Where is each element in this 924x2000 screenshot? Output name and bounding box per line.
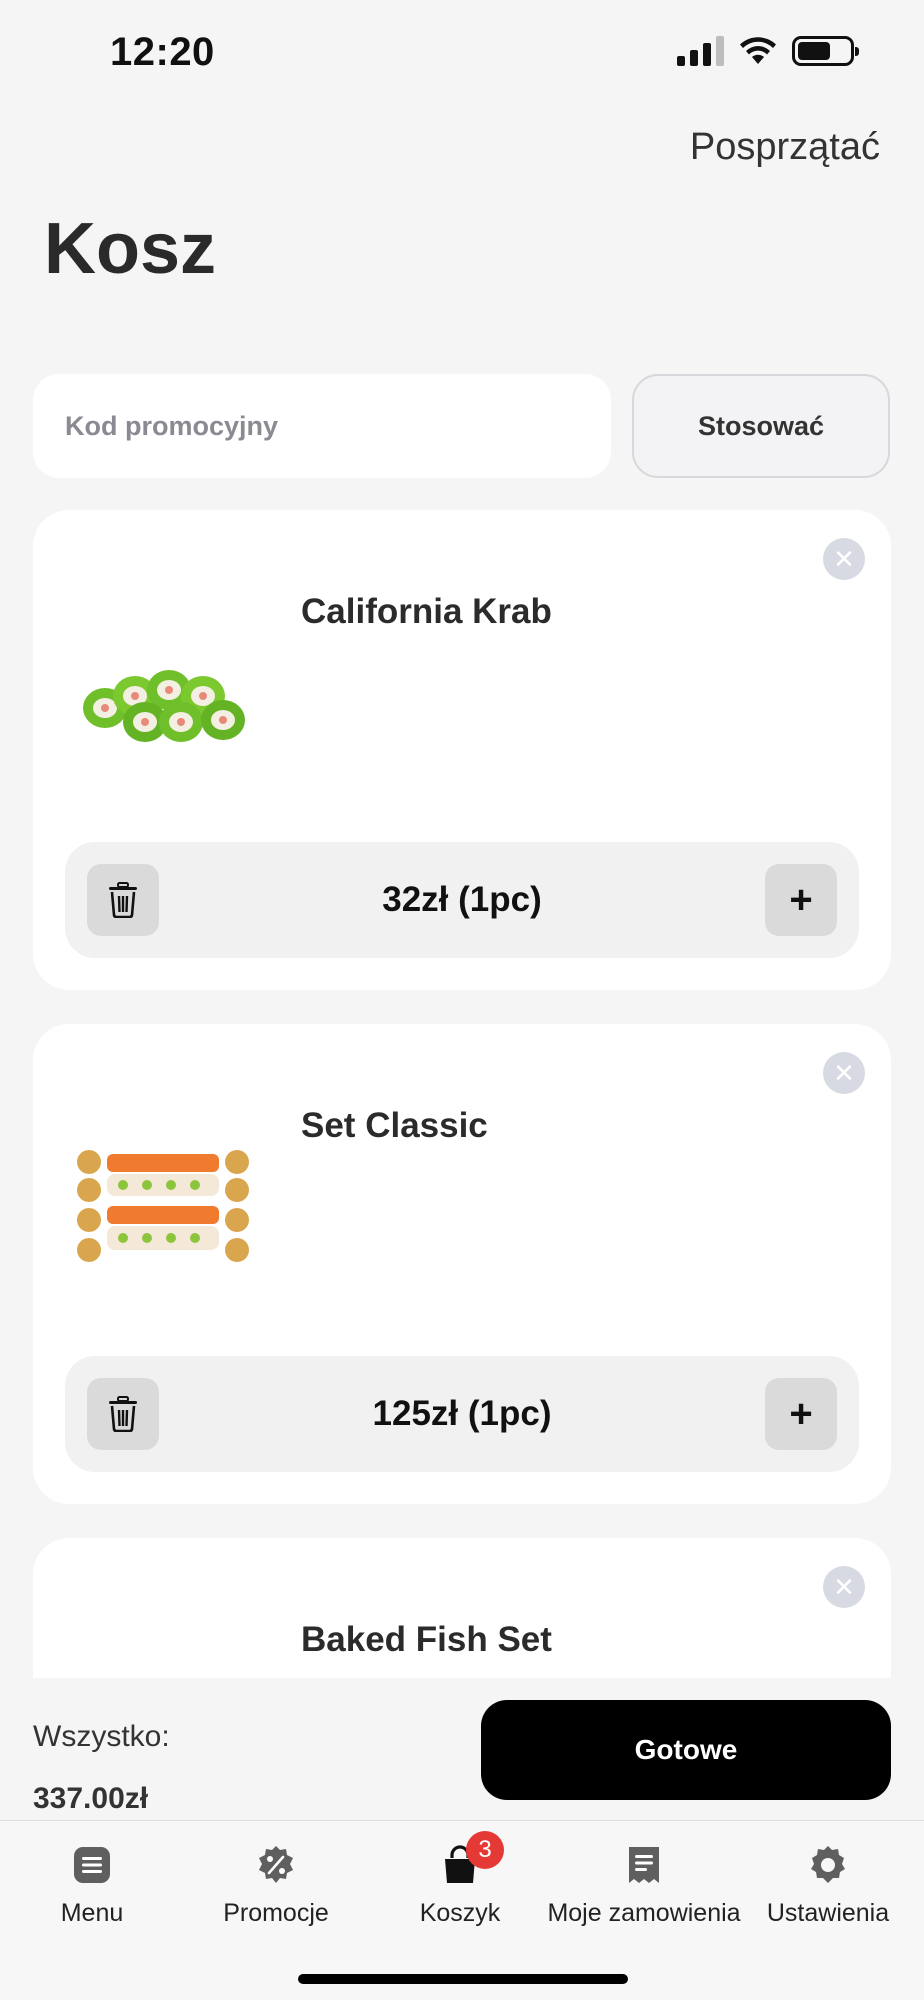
gear-icon [806, 1843, 850, 1887]
cart-count-badge: 3 [466, 1831, 504, 1869]
percent-badge-icon [254, 1843, 298, 1887]
plus-icon: + [789, 877, 813, 922]
close-icon: ✕ [833, 1057, 855, 1088]
tab-label: Menu [60, 1899, 124, 1927]
checkout-button[interactable]: Gotowe [481, 1700, 891, 1800]
receipt-icon [622, 1843, 666, 1887]
order-summary: Wszystko: 337.00zł Gotowe [0, 1678, 924, 1820]
wifi-icon [740, 37, 776, 64]
cart-item: ✕ Set Classic 125zł (1pc) + [33, 1024, 891, 1504]
tab-label: Ustawienia [766, 1899, 890, 1927]
remove-item-button[interactable]: ✕ [823, 1566, 865, 1608]
quantity-stepper: 125zł (1pc) + [65, 1356, 859, 1472]
tab-label: Promocje [223, 1899, 329, 1927]
increase-quantity-button[interactable]: + [765, 1378, 837, 1450]
clear-cart-button[interactable]: Posprzątać [690, 126, 880, 169]
cart-item: ✕ Baked Fish Set [33, 1538, 891, 1678]
tab-my-orders[interactable]: Moje zamowienia [547, 1843, 741, 1928]
total-amount: 337.00zł [33, 1782, 149, 1815]
home-indicator [298, 1974, 628, 1984]
tab-cart[interactable]: 3 Koszyk [368, 1831, 552, 1928]
cart-items-list[interactable]: ✕ California Krab 32zł (1pc) + ✕ Set Cla… [0, 510, 924, 1678]
item-name: Set Classic [301, 1106, 488, 1145]
tab-promotions[interactable]: Promocje [184, 1843, 368, 1928]
battery-icon [792, 36, 859, 66]
promo-code-input[interactable] [33, 374, 611, 478]
status-icons [677, 36, 859, 66]
tab-label: Koszyk [419, 1899, 501, 1927]
quantity-stepper: 32zł (1pc) + [65, 842, 859, 958]
total-label: Wszystko: [33, 1720, 170, 1753]
apply-promo-button[interactable]: Stosować [632, 374, 890, 478]
shopping-bag-icon: 3 [438, 1831, 504, 1887]
cart-screen: 12:20 Posprzątać Kosz Stosować ✕ [0, 0, 924, 2000]
menu-icon [70, 1843, 114, 1887]
item-price-quantity: 125zł (1pc) [372, 1394, 552, 1433]
item-price-quantity: 32zł (1pc) [382, 880, 542, 919]
cart-item: ✕ California Krab 32zł (1pc) + [33, 510, 891, 990]
page-title: Kosz [44, 209, 217, 289]
remove-item-button[interactable]: ✕ [823, 1052, 865, 1094]
status-time: 12:20 [110, 30, 215, 74]
tab-menu[interactable]: Menu [0, 1843, 184, 1928]
item-image [83, 670, 245, 742]
bottom-tab-bar: Menu Promocje 3 Koszyk Moje zamowienia U… [0, 1820, 924, 2000]
increase-quantity-button[interactable]: + [765, 864, 837, 936]
tab-label: Moje zamowienia [547, 1899, 741, 1927]
close-icon: ✕ [833, 1571, 855, 1602]
tab-settings[interactable]: Ustawienia [736, 1843, 920, 1928]
item-name: California Krab [301, 592, 552, 631]
item-image [77, 1150, 249, 1262]
plus-icon: + [789, 1391, 813, 1436]
item-name: Baked Fish Set [301, 1620, 552, 1659]
remove-item-button[interactable]: ✕ [823, 538, 865, 580]
cellular-signal-icon [677, 36, 724, 66]
close-icon: ✕ [833, 543, 855, 574]
item-image [73, 1658, 253, 1678]
